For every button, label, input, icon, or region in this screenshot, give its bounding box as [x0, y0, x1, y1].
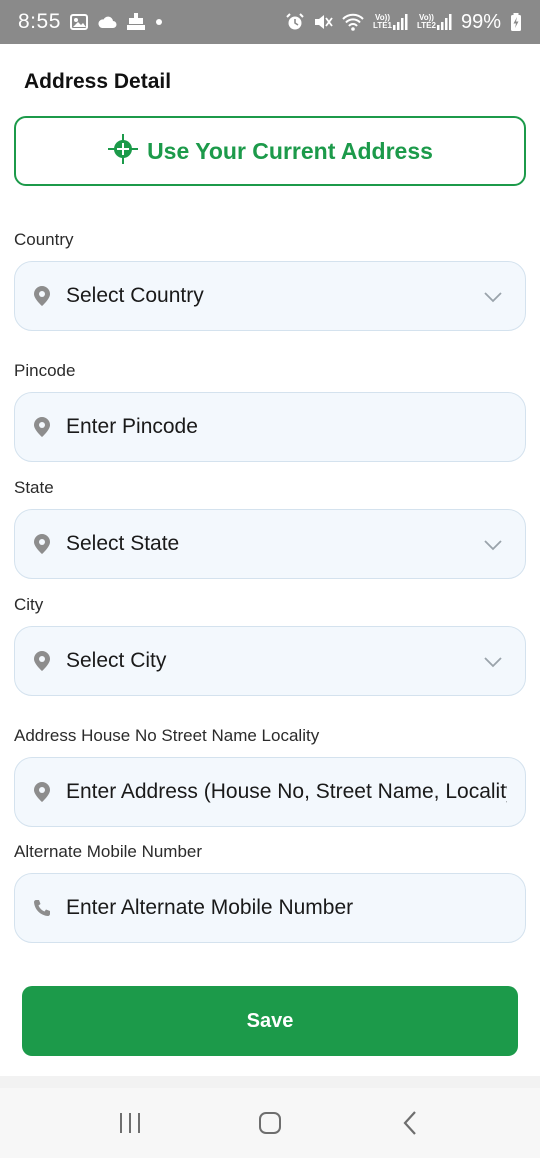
alternate-mobile-label: Alternate Mobile Number — [14, 842, 203, 861]
battery-charging-icon — [510, 13, 522, 31]
state-label: State — [14, 478, 54, 497]
state-select[interactable]: Select State — [14, 509, 526, 579]
dot-icon — [155, 18, 163, 26]
city-label: City — [14, 595, 44, 614]
city-select-value: Select City — [66, 649, 167, 672]
status-time: 8:55 — [18, 10, 61, 33]
alternate-mobile-input[interactable] — [66, 896, 507, 920]
signal-lte1-icon: Vo)) LTE1 — [373, 14, 408, 30]
wifi-icon — [342, 13, 364, 31]
location-pin-icon — [33, 416, 51, 438]
address-label: Address House No Street Name Locality — [14, 726, 320, 745]
state-select-value: Select State — [66, 532, 180, 555]
alarm-icon — [286, 13, 304, 31]
address-detail-screen: 8:55 Vo)) LTE1 Vo)) LTE2 99% Address Det… — [0, 0, 540, 1158]
location-pin-icon — [33, 781, 51, 803]
lte1-bottom: LTE1 — [373, 21, 392, 30]
address-field[interactable] — [14, 757, 526, 827]
status-left: 8:55 — [18, 10, 163, 34]
image-icon — [69, 14, 88, 30]
location-pin-icon — [33, 650, 51, 672]
status-bar: 8:55 Vo)) LTE1 Vo)) LTE2 99% — [0, 0, 540, 44]
use-current-address-button[interactable]: Use Your Current Address — [14, 116, 526, 186]
battery-percent: 99% — [460, 10, 501, 33]
alternate-mobile-field[interactable] — [14, 873, 526, 943]
chevron-down-icon — [483, 655, 503, 668]
system-nav-bar — [0, 1088, 540, 1158]
location-pin-icon — [33, 285, 51, 307]
pincode-field[interactable] — [14, 392, 526, 462]
bottom-divider — [0, 1076, 540, 1088]
location-pin-icon — [33, 533, 51, 555]
chevron-down-icon — [483, 290, 503, 303]
recent-apps-icon[interactable] — [100, 1098, 160, 1148]
home-icon[interactable] — [240, 1098, 300, 1148]
lte2-bottom: LTE2 — [417, 21, 436, 30]
country-label: Country — [14, 230, 74, 249]
signal-lte2-icon: Vo)) LTE2 — [417, 14, 452, 30]
city-select[interactable]: Select City — [14, 626, 526, 696]
chevron-down-icon — [483, 538, 503, 551]
page-title: Address Detail — [24, 70, 172, 93]
cloud-icon — [97, 15, 117, 29]
save-button[interactable]: Save — [22, 986, 518, 1056]
phone-icon — [33, 897, 51, 919]
use-current-address-label: Use Your Current Address — [147, 137, 433, 164]
back-icon[interactable] — [380, 1098, 440, 1148]
pincode-input[interactable] — [66, 415, 507, 439]
pincode-label: Pincode — [14, 361, 76, 380]
crosshair-location-icon — [107, 133, 139, 170]
address-input[interactable] — [66, 780, 507, 804]
mute-icon — [313, 13, 333, 31]
save-button-label: Save — [246, 1009, 294, 1032]
country-select-value: Select Country — [66, 284, 204, 307]
country-select[interactable]: Select Country — [14, 261, 526, 331]
app-notification-icon — [126, 13, 146, 31]
status-right: Vo)) LTE1 Vo)) LTE2 99% — [286, 11, 522, 34]
